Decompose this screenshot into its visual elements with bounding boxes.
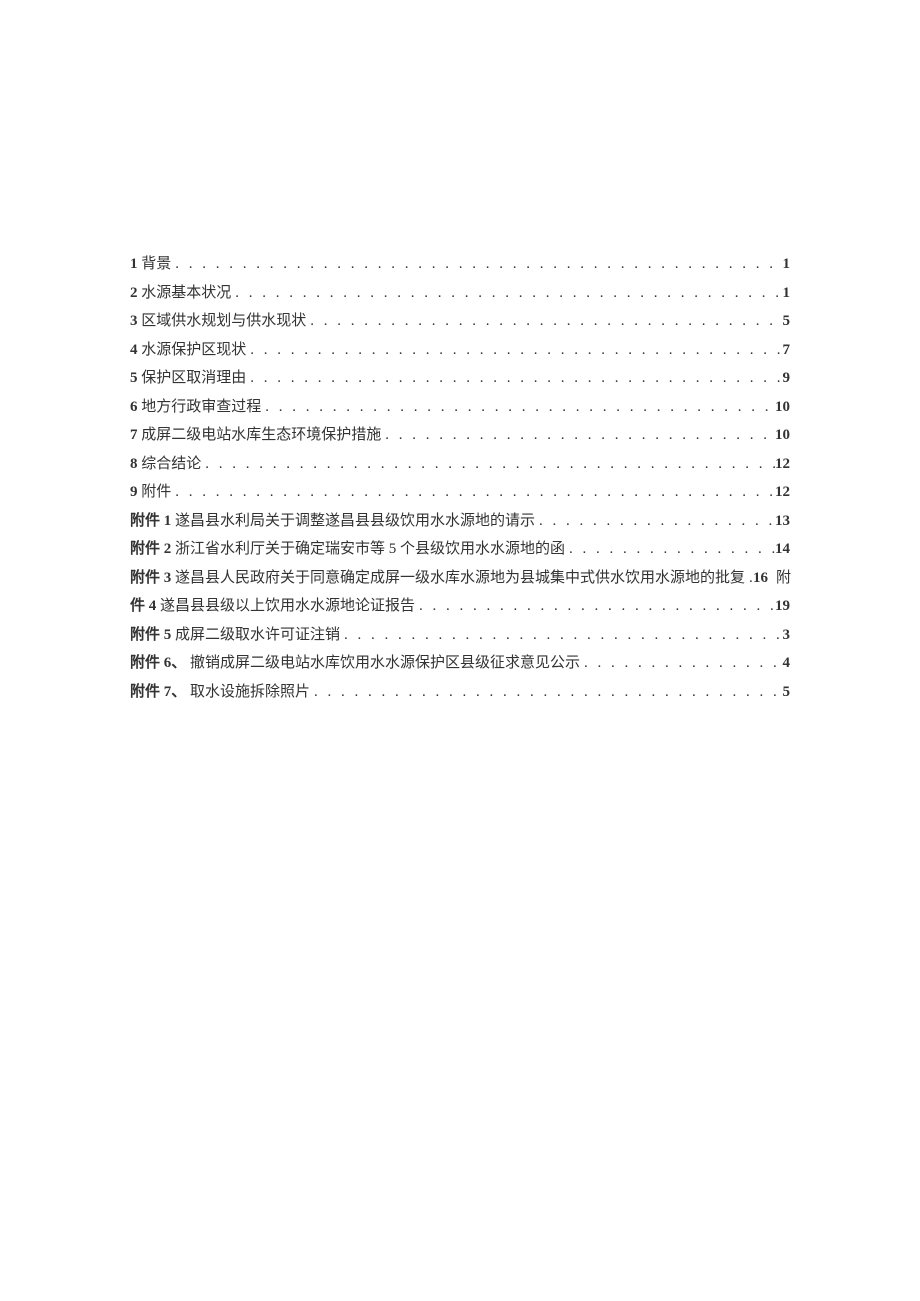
toc-page-number: 12 bbox=[775, 450, 790, 479]
toc-trailing-text: 附 bbox=[776, 564, 791, 593]
toc-title: 撤销成屏二级电站水库饮用水水源保护区县级征求意见公示 bbox=[186, 655, 580, 671]
toc-leader-dots bbox=[261, 393, 775, 422]
toc-number: 8 bbox=[130, 456, 138, 472]
toc-entry: 附件 5 成屏二级取水许可证注销 3 bbox=[130, 621, 790, 650]
toc-leader-dots bbox=[246, 364, 782, 393]
toc-label: 附件 2 浙江省水利厅关于确定瑞安市等 5 个县级饮用水水源地的函 bbox=[130, 535, 565, 564]
toc-entry: 9 附件 12 bbox=[130, 478, 790, 507]
toc-page-number: 5 bbox=[783, 307, 791, 336]
toc-label: 附件 5 成屏二级取水许可证注销 bbox=[130, 621, 340, 650]
toc-leader-dots bbox=[231, 279, 782, 308]
toc-leader-dots bbox=[745, 564, 753, 593]
toc-page-number: 4 bbox=[783, 649, 791, 678]
toc-leader-dots bbox=[381, 421, 775, 450]
toc-entry: 附件 1 遂昌县水利局关于调整遂昌县县级饮用水水源地的请示 13 bbox=[130, 507, 790, 536]
toc-page-number: 1 bbox=[783, 250, 791, 279]
toc-title: 保护区取消理由 bbox=[138, 370, 247, 386]
toc-entry: 件 4 遂昌县县级以上饮用水水源地论证报告 19 bbox=[130, 592, 790, 621]
toc-entry: 8 综合结论 12 bbox=[130, 450, 790, 479]
toc-page-number: 12 bbox=[775, 478, 790, 507]
toc-page-number: 16 bbox=[753, 564, 768, 593]
toc-number: 附件 3 bbox=[130, 570, 171, 586]
toc-entry: 附件 3 遂昌县人民政府关于同意确定成屏一级水库水源地为县城集中式供水饮用水源地… bbox=[130, 564, 790, 593]
toc-title: 遂昌县人民政府关于同意确定成屏一级水库水源地为县城集中式供水饮用水源地的批复 bbox=[171, 570, 745, 586]
toc-page-number: 1 bbox=[783, 279, 791, 308]
toc-leader-dots bbox=[246, 336, 782, 365]
toc-page-number: 3 bbox=[783, 621, 791, 650]
toc-number: 附件 7、 bbox=[130, 684, 186, 700]
toc-page-number: 19 bbox=[775, 592, 790, 621]
toc-label: 9 附件 bbox=[130, 478, 171, 507]
toc-leader-dots bbox=[580, 649, 782, 678]
toc-number: 5 bbox=[130, 370, 138, 386]
toc-page-number: 10 bbox=[775, 421, 790, 450]
toc-leader-dots bbox=[340, 621, 782, 650]
toc-title: 综合结论 bbox=[138, 456, 202, 472]
toc-title: 背景 bbox=[138, 256, 172, 272]
toc-label: 附件 6、 撤销成屏二级电站水库饮用水水源保护区县级征求意见公示 bbox=[130, 649, 580, 678]
toc-number: 件 4 bbox=[130, 598, 156, 614]
toc-number: 4 bbox=[130, 342, 138, 358]
toc-title: 水源基本状况 bbox=[138, 285, 232, 301]
toc-number: 2 bbox=[130, 285, 138, 301]
toc-title: 水源保护区现状 bbox=[138, 342, 247, 358]
toc-label: 件 4 遂昌县县级以上饮用水水源地论证报告 bbox=[130, 592, 415, 621]
toc-leader-dots bbox=[565, 535, 775, 564]
toc-page-number: 10 bbox=[775, 393, 790, 422]
toc-leader-dots bbox=[415, 592, 775, 621]
toc-page-number: 5 bbox=[783, 678, 791, 707]
toc-entry: 5 保护区取消理由 9 bbox=[130, 364, 790, 393]
toc-page-number: 9 bbox=[783, 364, 791, 393]
toc-label: 3 区域供水规划与供水现状 bbox=[130, 307, 306, 336]
toc-title: 成屏二级取水许可证注销 bbox=[171, 627, 340, 643]
toc-page-number: 13 bbox=[775, 507, 790, 536]
toc-label: 5 保护区取消理由 bbox=[130, 364, 246, 393]
toc-number: 6 bbox=[130, 399, 138, 415]
toc-entry: 3 区域供水规划与供水现状 5 bbox=[130, 307, 790, 336]
toc-entry: 附件 6、 撤销成屏二级电站水库饮用水水源保护区县级征求意见公示 4 bbox=[130, 649, 790, 678]
toc-label: 4 水源保护区现状 bbox=[130, 336, 246, 365]
toc-entry: 附件 7、 取水设施拆除照片 5 bbox=[130, 678, 790, 707]
toc-label: 2 水源基本状况 bbox=[130, 279, 231, 308]
toc-label: 附件 3 遂昌县人民政府关于同意确定成屏一级水库水源地为县城集中式供水饮用水源地… bbox=[130, 564, 745, 593]
toc-title: 遂昌县县级以上饮用水水源地论证报告 bbox=[156, 598, 415, 614]
toc-label: 8 综合结论 bbox=[130, 450, 201, 479]
toc-entry: 7 成屏二级电站水库生态环境保护措施 10 bbox=[130, 421, 790, 450]
toc-title: 成屏二级电站水库生态环境保护措施 bbox=[138, 427, 382, 443]
toc-leader-dots bbox=[310, 678, 782, 707]
toc-number: 附件 2 bbox=[130, 541, 171, 557]
toc-entry: 6 地方行政审查过程 10 bbox=[130, 393, 790, 422]
toc-number: 附件 6、 bbox=[130, 655, 186, 671]
toc-number: 附件 5 bbox=[130, 627, 171, 643]
toc-entry: 1 背景1 bbox=[130, 250, 790, 279]
toc-leader-dots bbox=[535, 507, 775, 536]
toc-title: 取水设施拆除照片 bbox=[186, 684, 310, 700]
table-of-contents: 1 背景12 水源基本状况13 区域供水规划与供水现状54 水源保护区现状75 … bbox=[130, 250, 790, 706]
toc-label: 1 背景 bbox=[130, 250, 171, 279]
toc-title: 附件 bbox=[138, 484, 172, 500]
toc-label: 附件 1 遂昌县水利局关于调整遂昌县县级饮用水水源地的请示 bbox=[130, 507, 535, 536]
toc-number: 附件 1 bbox=[130, 513, 171, 529]
toc-label: 7 成屏二级电站水库生态环境保护措施 bbox=[130, 421, 381, 450]
toc-leader-dots bbox=[171, 250, 782, 279]
toc-leader-dots bbox=[306, 307, 782, 336]
toc-page-number: 7 bbox=[783, 336, 791, 365]
toc-number: 9 bbox=[130, 484, 138, 500]
toc-entry: 附件 2 浙江省水利厅关于确定瑞安市等 5 个县级饮用水水源地的函 14 bbox=[130, 535, 790, 564]
toc-page-number: 14 bbox=[775, 535, 790, 564]
toc-number: 7 bbox=[130, 427, 138, 443]
toc-entry: 4 水源保护区现状 7 bbox=[130, 336, 790, 365]
toc-title: 区域供水规划与供水现状 bbox=[138, 313, 307, 329]
toc-label: 6 地方行政审查过程 bbox=[130, 393, 261, 422]
toc-entry: 2 水源基本状况 1 bbox=[130, 279, 790, 308]
toc-leader-dots bbox=[171, 478, 775, 507]
toc-label: 附件 7、 取水设施拆除照片 bbox=[130, 678, 310, 707]
toc-title: 地方行政审查过程 bbox=[138, 399, 262, 415]
toc-title: 遂昌县水利局关于调整遂昌县县级饮用水水源地的请示 bbox=[171, 513, 535, 529]
toc-number: 3 bbox=[130, 313, 138, 329]
toc-title: 浙江省水利厅关于确定瑞安市等 5 个县级饮用水水源地的函 bbox=[171, 541, 565, 557]
toc-number: 1 bbox=[130, 256, 138, 272]
toc-leader-dots bbox=[201, 450, 775, 479]
